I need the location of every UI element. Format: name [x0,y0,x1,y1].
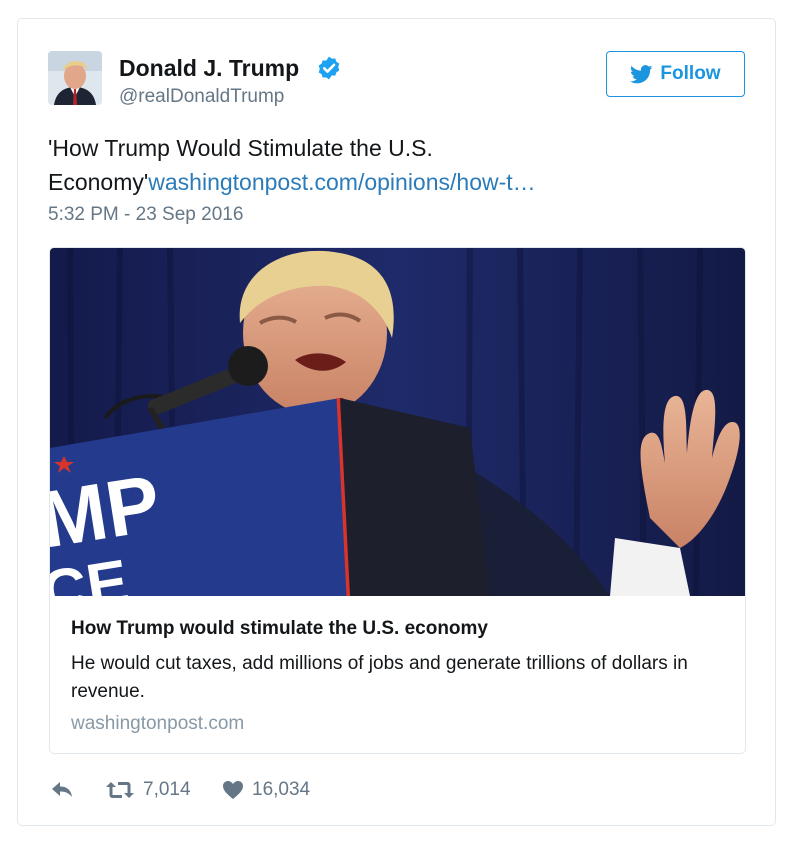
card-title[interactable]: How Trump would stimulate the U.S. econo… [71,618,488,640]
card-description: He would cut taxes, add millions of jobs… [71,653,688,702]
like-button[interactable]: 16,034 [222,779,310,801]
heart-icon [223,781,243,799]
tweet-text-line2: Economy'washingtonpost.com/opinions/how-… [48,165,738,199]
avatar[interactable] [48,51,102,105]
card-image[interactable]: MP CE [50,248,745,596]
tweet-link[interactable]: washingtonpost.com/opinions/how-t… [148,169,535,195]
follow-button[interactable]: Follow [606,51,745,97]
link-card[interactable]: MP CE How Trump would stimulate the U.S.… [49,247,746,754]
retweet-button[interactable]: 7,014 [105,779,191,801]
reply-button[interactable] [50,779,74,799]
verified-badge-icon [318,56,340,80]
tweet-timestamp[interactable]: 5:32 PM - 23 Sep 2016 [48,204,243,226]
author-name[interactable]: Donald J. Trump [119,55,299,82]
reply-icon [52,782,72,797]
avatar-photo [48,51,102,105]
retweet-count: 7,014 [143,779,191,800]
follow-button-label: Follow [660,63,721,84]
twitter-bird-icon [630,64,653,83]
author-handle[interactable]: @realDonaldTrump [119,86,284,108]
tweet-text-line2-prefix: Economy' [48,169,149,195]
retweet-icon [106,782,134,798]
tweet-card: Donald J. Trump @realDonaldTrump Follow … [17,18,776,826]
like-count: 16,034 [252,779,311,800]
card-domain: washingtonpost.com [71,713,245,734]
tweet-text: 'How Trump Would Stimulate the U.S. Econ… [48,131,738,199]
tweet-text-line1: 'How Trump Would Stimulate the U.S. [48,135,433,161]
